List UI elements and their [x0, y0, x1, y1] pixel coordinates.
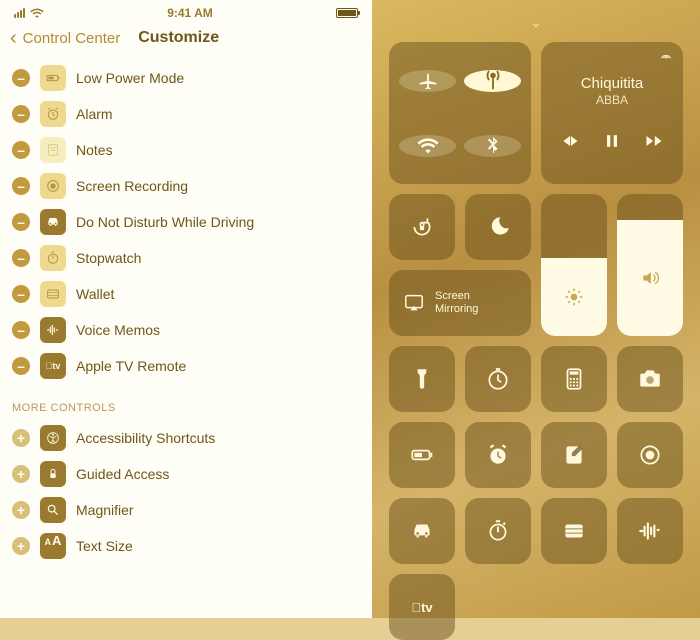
remove-button[interactable]: – [12, 105, 30, 123]
cellular-data-toggle[interactable] [464, 70, 521, 92]
add-button[interactable]: + [12, 429, 30, 447]
apple-tv-remote-button[interactable]: tv [389, 574, 455, 640]
wallet-icon [40, 281, 66, 307]
list-item[interactable]: + Accessibility Shortcuts [10, 420, 362, 456]
do-not-disturb-toggle[interactable] [465, 194, 531, 260]
settings-screen: 9:41 AM ‹ Control Center Customize – Low… [0, 0, 372, 618]
list-item[interactable]: + AA Text Size [10, 528, 362, 564]
screen-recording-button[interactable] [617, 422, 683, 488]
remove-button[interactable]: – [12, 249, 30, 267]
item-label: Alarm [76, 106, 113, 122]
add-button[interactable]: + [12, 537, 30, 555]
list-item[interactable]: – Wallet [10, 276, 362, 312]
mirror-label: Screen Mirroring [435, 290, 478, 316]
item-label: Low Power Mode [76, 70, 184, 86]
item-label: Accessibility Shortcuts [76, 430, 215, 446]
wifi-icon [30, 8, 44, 18]
alarm-button[interactable] [465, 422, 531, 488]
item-label: Apple TV Remote [76, 358, 186, 374]
media-artist: ABBA [596, 93, 628, 107]
notes-button[interactable] [541, 422, 607, 488]
alarm-icon [40, 101, 66, 127]
timer-button[interactable] [465, 346, 531, 412]
add-button[interactable]: + [12, 501, 30, 519]
list-item[interactable]: – tv Apple TV Remote [10, 348, 362, 384]
voice-memos-icon [40, 317, 66, 343]
item-label: Stopwatch [76, 250, 141, 266]
list-item[interactable]: + Guided Access [10, 456, 362, 492]
bluetooth-toggle[interactable] [464, 135, 521, 157]
add-button[interactable]: + [12, 465, 30, 483]
remove-button[interactable]: – [12, 321, 30, 339]
page-title: Customize [138, 29, 219, 47]
calculator-button[interactable] [541, 346, 607, 412]
prev-track-button[interactable] [560, 131, 580, 151]
included-controls-list: – Low Power Mode – Alarm – Notes – Scree… [0, 60, 372, 384]
status-bar: 9:41 AM [0, 0, 372, 22]
screen-mirroring-button[interactable]: Screen Mirroring [389, 270, 531, 336]
stopwatch-button[interactable] [465, 498, 531, 564]
remove-button[interactable]: – [12, 69, 30, 87]
voice-memos-button[interactable] [617, 498, 683, 564]
flashlight-button[interactable] [389, 346, 455, 412]
item-label: Guided Access [76, 466, 169, 482]
back-chevron-icon[interactable]: ‹ [10, 28, 17, 48]
text-size-icon: AA [40, 533, 66, 559]
list-item[interactable]: – Do Not Disturb While Driving [10, 204, 362, 240]
list-item[interactable]: – Voice Memos [10, 312, 362, 348]
low-power-icon [40, 65, 66, 91]
media-title: Chiquitita [581, 75, 644, 92]
remove-button[interactable]: – [12, 357, 30, 375]
list-item[interactable]: + Magnifier [10, 492, 362, 528]
item-label: Screen Recording [76, 178, 188, 194]
remove-button[interactable]: – [12, 213, 30, 231]
airplay-screen-icon [403, 292, 425, 314]
connectivity-module [389, 42, 531, 184]
car-icon [40, 209, 66, 235]
chevron-down-icon[interactable]: ⌄ [530, 14, 542, 31]
camera-button[interactable] [617, 346, 683, 412]
pause-button[interactable] [602, 131, 622, 151]
accessibility-icon [40, 425, 66, 451]
airplay-icon [659, 50, 673, 64]
magnifier-icon [40, 497, 66, 523]
nav-header: ‹ Control Center Customize [0, 22, 372, 60]
wallet-button[interactable] [541, 498, 607, 564]
guided-access-icon [40, 461, 66, 487]
back-button[interactable]: Control Center [23, 30, 121, 47]
remove-button[interactable]: – [12, 177, 30, 195]
next-track-button[interactable] [644, 131, 664, 151]
wifi-toggle[interactable] [399, 135, 456, 157]
list-item[interactable]: – Screen Recording [10, 168, 362, 204]
item-label: Text Size [76, 538, 133, 554]
airplane-mode-toggle[interactable] [399, 70, 456, 92]
item-label: Notes [76, 142, 113, 158]
remove-button[interactable]: – [12, 141, 30, 159]
battery-icon [336, 8, 358, 18]
notes-icon [40, 137, 66, 163]
item-label: Voice Memos [76, 322, 160, 338]
item-label: Magnifier [76, 502, 134, 518]
media-module[interactable]: Chiquitita ABBA [541, 42, 683, 184]
control-center: ⌄ Chiquitita ABBA [372, 0, 700, 618]
status-time: 9:41 AM [167, 6, 213, 20]
brightness-slider[interactable] [541, 194, 607, 336]
dnd-driving-button[interactable] [389, 498, 455, 564]
more-controls-list: + Accessibility Shortcuts + Guided Acces… [0, 420, 372, 564]
item-label: Wallet [76, 286, 114, 302]
screen-recording-icon [40, 173, 66, 199]
list-item[interactable]: – Stopwatch [10, 240, 362, 276]
more-controls-header: MORE CONTROLS [0, 384, 372, 420]
orientation-lock-toggle[interactable] [389, 194, 455, 260]
remove-button[interactable]: – [12, 285, 30, 303]
low-power-button[interactable] [389, 422, 455, 488]
item-label: Do Not Disturb While Driving [76, 214, 254, 230]
apple-tv-icon: tv [40, 353, 66, 379]
list-item[interactable]: – Alarm [10, 96, 362, 132]
list-item[interactable]: – Low Power Mode [10, 60, 362, 96]
volume-slider[interactable] [617, 194, 683, 336]
list-item[interactable]: – Notes [10, 132, 362, 168]
cell-signal-icon [14, 8, 25, 18]
stopwatch-icon [40, 245, 66, 271]
